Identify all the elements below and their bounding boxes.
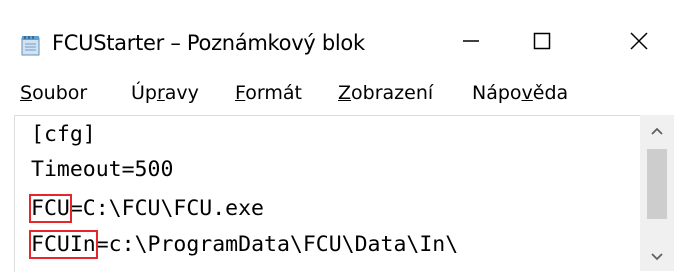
menu-upravy[interactable]: Úpravy <box>131 82 199 104</box>
minimize-button[interactable] <box>436 22 506 64</box>
editor-line: FCU=C:\FCU\FCU.exe <box>29 194 265 223</box>
window-title: FCUStarter – Poznámkový blok <box>52 31 365 55</box>
scroll-down-arrow-icon <box>650 247 664 266</box>
config-value: =C:\FCU\FCU.exe <box>69 196 265 221</box>
menu-bar: Soubor Úpravy Formát Zobrazení Nápověda <box>0 73 674 115</box>
highlighted-key: FCUIn <box>29 230 98 259</box>
scroll-up-arrow-icon <box>650 121 664 140</box>
notepad-window: FCUStarter – Poznámkový blok Soubor Úpra… <box>0 0 674 272</box>
scroll-thumb[interactable] <box>647 149 667 219</box>
close-button[interactable] <box>604 22 674 64</box>
scroll-up-button[interactable] <box>640 115 674 145</box>
notepad-icon <box>20 34 42 56</box>
config-value: =c:\ProgramData\FCU\Data\In\ <box>95 232 459 257</box>
highlighted-key: FCU <box>29 194 72 223</box>
editor-line: FCUIn=c:\ProgramData\FCU\Data\In\ <box>29 230 459 259</box>
editor-line: [cfg] <box>31 122 96 147</box>
minimize-icon <box>461 31 481 55</box>
maximize-icon <box>532 31 552 55</box>
menu-napoveda[interactable]: Nápověda <box>472 82 568 104</box>
menu-zobrazeni[interactable]: Zobrazení <box>338 82 433 104</box>
menu-soubor[interactable]: Soubor <box>20 82 87 104</box>
menu-format[interactable]: Formát <box>235 82 302 104</box>
editor-line: Timeout=500 <box>31 157 174 182</box>
vertical-scrollbar[interactable] <box>640 115 674 271</box>
close-icon <box>629 31 649 55</box>
title-bar[interactable]: FCUStarter – Poznámkový blok <box>0 0 674 73</box>
scroll-down-button[interactable] <box>640 241 674 271</box>
text-editor-area[interactable]: [cfg] Timeout=500 FCU=C:\FCU\FCU.exe FCU… <box>14 115 641 272</box>
maximize-button[interactable] <box>507 22 577 64</box>
